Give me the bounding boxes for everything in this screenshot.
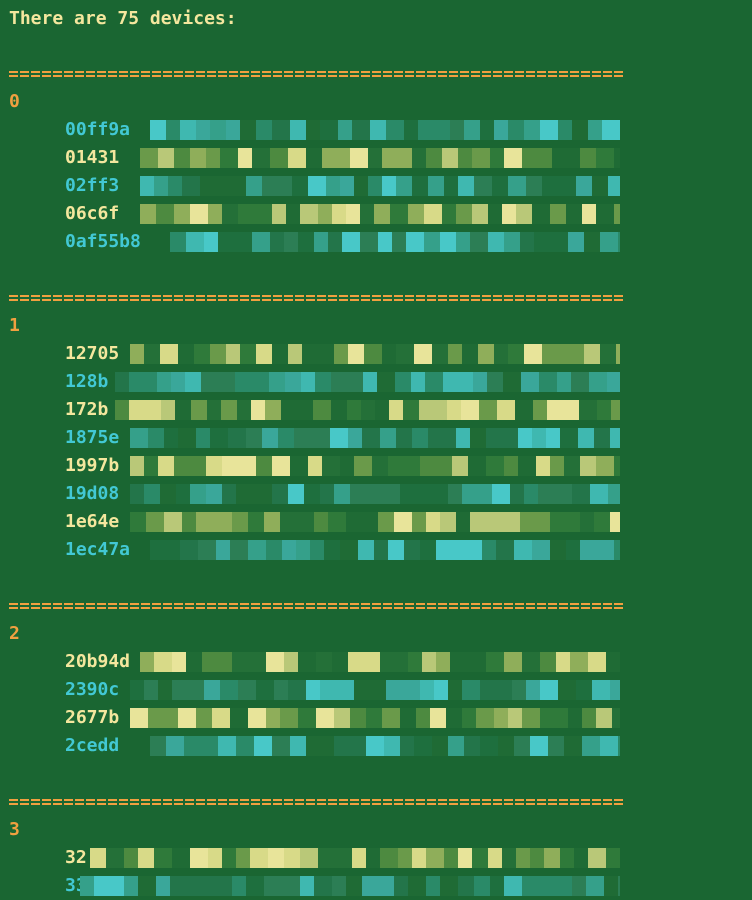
- group-separator: [9, 797, 625, 807]
- device-id[interactable]: 32: [65, 847, 87, 869]
- redacted-block: [115, 372, 620, 392]
- group-label: 2: [9, 623, 20, 644]
- redacted-block: [140, 204, 620, 224]
- redacted-block: [130, 344, 620, 364]
- redacted-block: [130, 484, 620, 504]
- device-id[interactable]: 1e64e: [65, 511, 119, 533]
- terminal-window: There are 75 devices: 0 00ff9a 01431 02f…: [0, 0, 752, 900]
- redacted-block: [90, 848, 620, 868]
- group-separator: [9, 601, 625, 611]
- redacted-block: [150, 540, 620, 560]
- redacted-block: [140, 652, 620, 672]
- device-id[interactable]: 1ec47a: [65, 539, 130, 561]
- device-id[interactable]: 128b: [65, 371, 108, 393]
- group-label: 3: [9, 819, 20, 840]
- redacted-block: [130, 680, 620, 700]
- redacted-block: [130, 512, 620, 532]
- device-id[interactable]: 1875e: [65, 427, 119, 449]
- device-id[interactable]: 00ff9a: [65, 119, 130, 141]
- group-label: 1: [9, 315, 20, 336]
- device-id[interactable]: 1997b: [65, 455, 119, 477]
- group-label: 0: [9, 91, 20, 112]
- device-id[interactable]: 2677b: [65, 707, 119, 729]
- redacted-block: [115, 400, 620, 420]
- redacted-block: [130, 456, 620, 476]
- redacted-block: [170, 232, 620, 252]
- group-separator: [9, 69, 625, 79]
- device-id[interactable]: 2cedd: [65, 735, 119, 757]
- device-id[interactable]: 06c6f: [65, 203, 119, 225]
- redacted-block: [140, 176, 620, 196]
- redacted-block: [80, 876, 620, 896]
- redacted-block: [130, 428, 620, 448]
- redacted-block: [130, 708, 620, 728]
- device-id[interactable]: 0af55b8: [65, 231, 141, 253]
- redacted-block: [140, 148, 620, 168]
- device-id[interactable]: 20b94d: [65, 651, 130, 673]
- device-count-header: There are 75 devices:: [9, 8, 237, 29]
- device-id[interactable]: 01431: [65, 147, 119, 169]
- redacted-block: [150, 120, 620, 140]
- device-id[interactable]: 19d08: [65, 483, 119, 505]
- group-separator: [9, 293, 625, 303]
- device-id[interactable]: 2390c: [65, 679, 119, 701]
- device-id[interactable]: 02ff3: [65, 175, 119, 197]
- device-id[interactable]: 12705: [65, 343, 119, 365]
- device-id[interactable]: 172b: [65, 399, 108, 421]
- redacted-block: [150, 736, 620, 756]
